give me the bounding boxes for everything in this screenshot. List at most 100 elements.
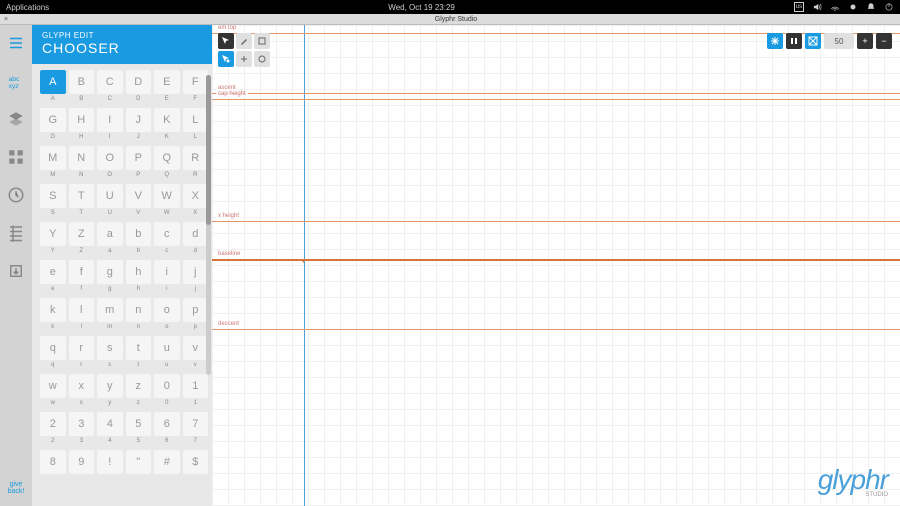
- applications-menu[interactable]: Applications: [6, 3, 49, 12]
- zoom-value[interactable]: 50: [824, 33, 854, 49]
- glyph-cell[interactable]: g: [97, 260, 123, 284]
- glyph-chooser-icon[interactable]: abcxyz: [4, 69, 28, 93]
- glyph-cell[interactable]: 8: [40, 450, 66, 474]
- glyph-cell[interactable]: o: [154, 298, 180, 322]
- glyph-cell[interactable]: #: [154, 450, 180, 474]
- glyph-cell[interactable]: K: [154, 108, 180, 132]
- glyph-cell[interactable]: b: [126, 222, 152, 246]
- glyph-cell[interactable]: u: [154, 336, 180, 360]
- glyph-cell[interactable]: N: [69, 146, 95, 170]
- glyph-cell[interactable]: m: [97, 298, 123, 322]
- glyph-cell[interactable]: d: [183, 222, 209, 246]
- glyph-cell[interactable]: R: [183, 146, 209, 170]
- glyph-cell[interactable]: J: [126, 108, 152, 132]
- glyph-cell[interactable]: 6: [154, 412, 180, 436]
- glyph-cell[interactable]: T: [69, 184, 95, 208]
- arrow-tool-icon[interactable]: [218, 33, 234, 49]
- glyph-cell[interactable]: l: [69, 298, 95, 322]
- glyph-cell[interactable]: 1: [183, 374, 209, 398]
- guides-icon[interactable]: [4, 221, 28, 245]
- zoom-out-button[interactable]: −: [876, 33, 892, 49]
- glyph-cell[interactable]: a: [97, 222, 123, 246]
- pen-tool-icon[interactable]: [236, 33, 252, 49]
- glyph-cell[interactable]: 4: [97, 412, 123, 436]
- glyph-cell[interactable]: j: [183, 260, 209, 284]
- hamburger-menu-icon[interactable]: [4, 31, 28, 55]
- glyph-cell[interactable]: 9: [69, 450, 95, 474]
- layers-icon[interactable]: [4, 107, 28, 131]
- close-button[interactable]: ×: [0, 16, 12, 23]
- glyph-cell[interactable]: G: [40, 108, 66, 132]
- glyph-cell[interactable]: F: [183, 70, 209, 94]
- chooser-scrollbar[interactable]: [206, 75, 211, 375]
- glyph-cell[interactable]: C: [97, 70, 123, 94]
- glyph-cell[interactable]: f: [69, 260, 95, 284]
- glyph-cell[interactable]: B: [69, 70, 95, 94]
- glyph-cell[interactable]: e: [40, 260, 66, 284]
- glyph-cell[interactable]: Y: [40, 222, 66, 246]
- power-icon[interactable]: [884, 2, 894, 12]
- glyph-cell[interactable]: A: [40, 70, 66, 94]
- volume-icon[interactable]: [812, 2, 822, 12]
- fit-view-icon[interactable]: [786, 33, 802, 49]
- glyph-cell[interactable]: $: [183, 450, 209, 474]
- glyph-cell[interactable]: S: [40, 184, 66, 208]
- canvas[interactable]: em topascentcap heightx heightbaselinede…: [212, 25, 900, 506]
- glyph-cell[interactable]: M: [40, 146, 66, 170]
- keyboard-indicator-icon[interactable]: us: [794, 2, 804, 12]
- glyph-cell[interactable]: n: [126, 298, 152, 322]
- glyph-cell[interactable]: s: [97, 336, 123, 360]
- glyph-cell[interactable]: E: [154, 70, 180, 94]
- add-point-tool-icon[interactable]: [236, 51, 252, 67]
- network-icon[interactable]: [830, 2, 840, 12]
- glyph-cell[interactable]: H: [69, 108, 95, 132]
- glyph-cell[interactable]: i: [154, 260, 180, 284]
- glyph-cell[interactable]: X: [183, 184, 209, 208]
- glyph-cell[interactable]: U: [97, 184, 123, 208]
- glyph-cell[interactable]: 3: [69, 412, 95, 436]
- path-edit-tool-icon[interactable]: [218, 51, 234, 67]
- glyph-cell[interactable]: t: [126, 336, 152, 360]
- glyph-cell[interactable]: x: [69, 374, 95, 398]
- pan-tool-icon[interactable]: [767, 33, 783, 49]
- glyph-cell[interactable]: q: [40, 336, 66, 360]
- export-icon[interactable]: [4, 259, 28, 283]
- glyph-cell[interactable]: V: [126, 184, 152, 208]
- glyph-cell[interactable]: w: [40, 374, 66, 398]
- glyph-cell[interactable]: c: [154, 222, 180, 246]
- glyph-cell[interactable]: W: [154, 184, 180, 208]
- notifications-icon[interactable]: [866, 2, 876, 12]
- record-icon[interactable]: [848, 2, 858, 12]
- glyph-cell[interactable]: r: [69, 336, 95, 360]
- chooser-scrollbar-thumb[interactable]: [206, 75, 211, 225]
- glyph-cell[interactable]: ": [126, 450, 152, 474]
- components-icon[interactable]: [4, 145, 28, 169]
- glyph-cell[interactable]: I: [97, 108, 123, 132]
- glyph-cell[interactable]: Z: [69, 222, 95, 246]
- glyph-cell[interactable]: O: [97, 146, 123, 170]
- glyph-cell[interactable]: v: [183, 336, 209, 360]
- glyph-cell[interactable]: 7: [183, 412, 209, 436]
- glyph-cell[interactable]: k: [40, 298, 66, 322]
- glyph-label: x: [69, 400, 95, 406]
- glyph-cell[interactable]: p: [183, 298, 209, 322]
- glyph-label: c: [154, 248, 180, 254]
- glyph-cell[interactable]: D: [126, 70, 152, 94]
- glyph-cell[interactable]: Q: [154, 146, 180, 170]
- oval-tool-icon[interactable]: [254, 51, 270, 67]
- glyph-cell[interactable]: y: [97, 374, 123, 398]
- glyph-cell[interactable]: !: [97, 450, 123, 474]
- chooser-panel: GLYPH EDIT CHOOSER ABCDEFABCDEFGHIJKLGHI…: [32, 25, 212, 506]
- glyph-cell[interactable]: L: [183, 108, 209, 132]
- glyph-cell[interactable]: P: [126, 146, 152, 170]
- glyph-cell[interactable]: z: [126, 374, 152, 398]
- glyph-cell[interactable]: h: [126, 260, 152, 284]
- glyph-cell[interactable]: 5: [126, 412, 152, 436]
- zoom-in-button[interactable]: +: [857, 33, 873, 49]
- glyph-cell[interactable]: 2: [40, 412, 66, 436]
- history-icon[interactable]: [4, 183, 28, 207]
- shape-tool-icon[interactable]: [254, 33, 270, 49]
- zoom-fit-icon[interactable]: [805, 33, 821, 49]
- give-back-link[interactable]: give back!: [8, 481, 25, 496]
- glyph-cell[interactable]: 0: [154, 374, 180, 398]
